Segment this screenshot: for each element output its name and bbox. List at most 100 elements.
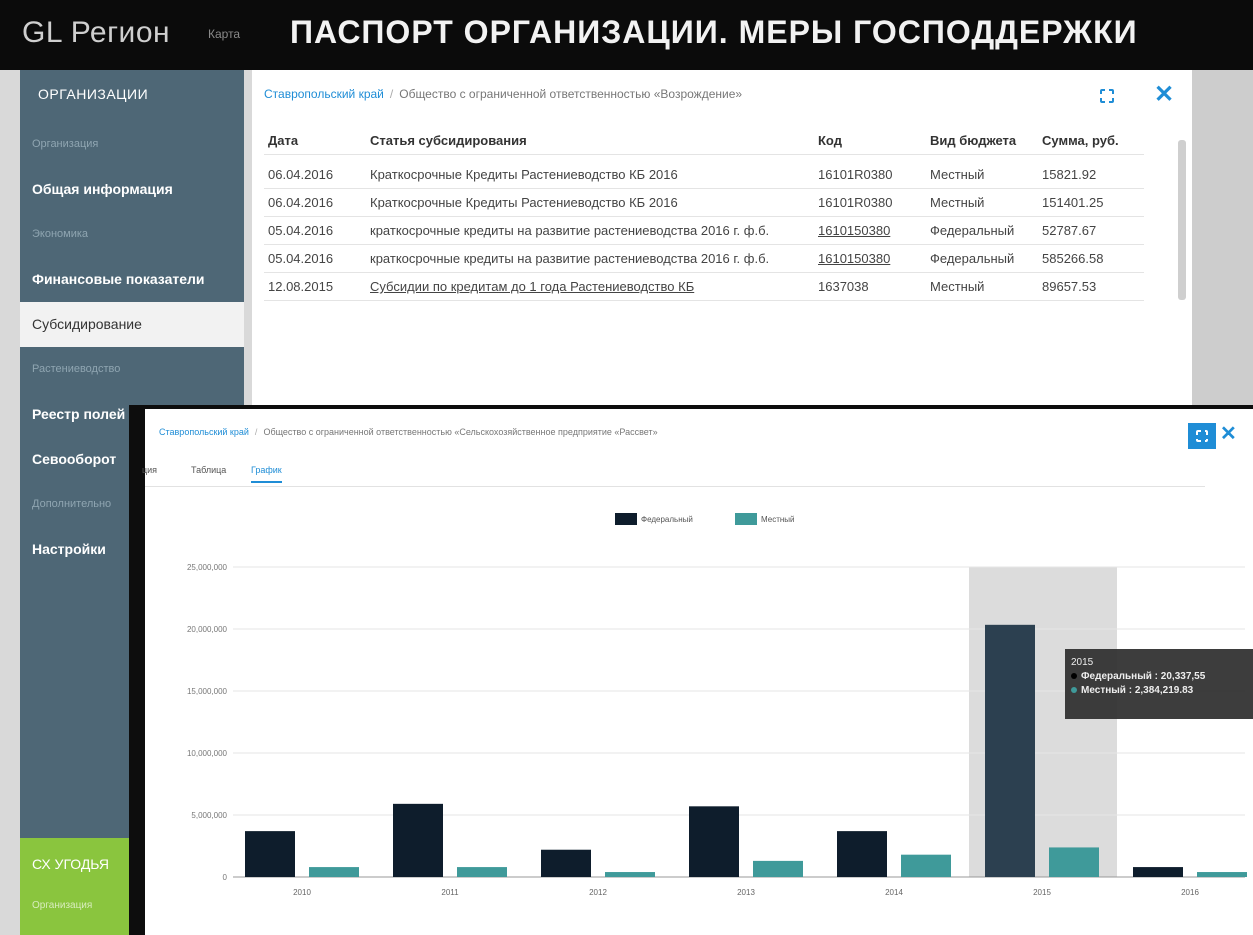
subsidy-table: Дата Статья субсидирования Код Вид бюдже… <box>264 127 1144 301</box>
cell-date: 12.08.2015 <box>268 279 334 294</box>
scrollbar-thumb[interactable] <box>1178 140 1186 300</box>
tab-partial[interactable]: ция <box>142 465 157 475</box>
cell-sum: 15821.92 <box>1042 167 1097 182</box>
cell-sum: 585266.58 <box>1042 251 1104 266</box>
cell-code-link[interactable]: 1610150380 <box>814 245 926 272</box>
chart-tooltip: 2015 Федеральный : 20,337,55 Местный : 2… <box>1065 649 1253 719</box>
table-row[interactable]: 05.04.2016 краткосрочные кредиты на разв… <box>264 245 1144 273</box>
y-tick-label: 20,000,000 <box>187 625 228 634</box>
close-icon[interactable]: ✕ <box>1152 81 1176 108</box>
expand-icon[interactable] <box>1095 84 1119 108</box>
table-header: Дата Статья субсидирования Код Вид бюдже… <box>264 127 1144 155</box>
bar <box>985 624 1035 877</box>
cell-code: 16101R0380 <box>818 167 893 182</box>
chart-breadcrumb-region[interactable]: Ставропольский край <box>159 427 249 437</box>
cell-article: краткосрочные кредиты на развитие растен… <box>370 251 770 266</box>
breadcrumb-region[interactable]: Ставропольский край <box>264 87 384 101</box>
legend-label: Местный <box>761 515 795 524</box>
chart-panel: Ставропольский край / Общество с ограничен… <box>129 405 1253 935</box>
table-scrollbar[interactable] <box>1178 130 1186 410</box>
bar <box>457 867 507 877</box>
breadcrumb: Ставропольский край / Общество с ограничен… <box>264 87 742 101</box>
column-header-sum[interactable]: Сумма, руб. <box>1038 127 1138 154</box>
bar <box>753 860 803 877</box>
x-tick-label: 2016 <box>1181 888 1199 897</box>
tooltip-federal-text: Федеральный : 20,337,55 <box>1081 671 1206 682</box>
sidebar-item-organization[interactable]: Организация <box>20 122 244 167</box>
local-dot-icon <box>1071 687 1077 693</box>
y-tick-label: 25,000,000 <box>187 563 228 572</box>
tab-table[interactable]: Таблица <box>191 465 226 475</box>
bar <box>1197 872 1247 877</box>
table-row[interactable]: 05.04.2016 краткосрочные кредиты на разв… <box>264 217 1144 245</box>
bar <box>1133 867 1183 877</box>
tab-chart[interactable]: График <box>251 465 282 483</box>
bar <box>1049 847 1099 877</box>
column-header-budget[interactable]: Вид бюджета <box>926 127 1038 154</box>
map-link[interactable]: Карта <box>208 27 240 41</box>
tooltip-year: 2015 <box>1071 657 1094 668</box>
cell-budget: Местный <box>930 279 985 294</box>
land-section-subtitle: Организация <box>32 900 93 911</box>
cell-sum: 151401.25 <box>1042 195 1104 210</box>
column-header-code[interactable]: Код <box>814 127 926 154</box>
breadcrumb-organization: Общество с ограниченной ответственностью… <box>399 87 743 101</box>
table-row[interactable]: 12.08.2015 Субсидии по кредитам до 1 год… <box>264 273 1144 301</box>
table-row[interactable]: 06.04.2016 Краткосрочные Кредиты Растени… <box>264 161 1144 189</box>
background-area <box>1192 70 1253 410</box>
tooltip-local: Местный : 2,384,219.83 <box>1071 685 1253 696</box>
page-title: ПАСПОРТ ОРГАНИЗАЦИИ. МЕРЫ ГОСПОДДЕРЖКИ <box>290 14 1138 50</box>
legend-swatch <box>615 513 637 525</box>
tooltip-federal: Федеральный : 20,337,55 <box>1071 671 1253 682</box>
sidebar-item-general-info[interactable]: Общая информация <box>20 167 244 212</box>
subsidy-table-panel: Ставропольский край / Общество с ограничен… <box>252 70 1192 410</box>
cell-date: 06.04.2016 <box>268 167 334 182</box>
cell-budget: Местный <box>930 167 985 182</box>
cell-date: 05.04.2016 <box>268 223 334 238</box>
cell-code: 16101R0380 <box>818 195 893 210</box>
land-section-title: СХ УГОДЬЯ <box>32 856 109 872</box>
y-tick-label: 0 <box>223 873 228 882</box>
x-tick-label: 2013 <box>737 888 755 897</box>
sidebar-item-crops[interactable]: Растениеводство <box>20 347 244 392</box>
column-header-article[interactable]: Статья субсидирования <box>366 127 814 154</box>
chart-expand-button[interactable] <box>1188 423 1216 449</box>
chart-breadcrumb-separator: / <box>254 427 258 437</box>
sidebar-item-financials[interactable]: Финансовые показатели <box>20 257 244 302</box>
bar <box>541 849 591 877</box>
cell-date: 05.04.2016 <box>268 251 334 266</box>
y-tick-label: 5,000,000 <box>191 811 227 820</box>
federal-dot-icon <box>1071 673 1077 679</box>
sidebar-item-subsidies[interactable]: Субсидирование <box>20 302 244 347</box>
cell-article: краткосрочные кредиты на развитие растен… <box>370 223 770 238</box>
sidebar-item-economics[interactable]: Экономика <box>20 212 244 257</box>
cell-article-link[interactable]: Субсидии по кредитам до 1 года Растениев… <box>366 273 814 300</box>
tooltip-local-text: Местный : 2,384,219.83 <box>1081 685 1194 696</box>
x-tick-label: 2015 <box>1033 888 1051 897</box>
bar <box>901 854 951 877</box>
cell-code-link[interactable]: 1610150380 <box>814 217 926 244</box>
y-tick-label: 15,000,000 <box>187 687 228 696</box>
cell-budget: Местный <box>930 195 985 210</box>
chart-close-icon[interactable]: ✕ <box>1220 421 1237 446</box>
bar <box>837 831 887 877</box>
sidebar-header: ОРГАНИЗАЦИИ <box>38 86 149 102</box>
bar <box>393 803 443 877</box>
cell-code: 1637038 <box>818 279 869 294</box>
cell-article: Краткосрочные Кредиты Растениеводство КБ… <box>370 167 678 182</box>
x-tick-label: 2014 <box>885 888 903 897</box>
legend-label: Федеральный <box>641 515 693 524</box>
cell-budget: Федеральный <box>930 223 1015 238</box>
cell-budget: Федеральный <box>930 251 1015 266</box>
breadcrumb-separator: / <box>389 87 394 101</box>
land-section[interactable]: СХ УГОДЬЯ Организация <box>20 838 144 935</box>
table-row[interactable]: 06.04.2016 Краткосрочные Кредиты Растени… <box>264 189 1144 217</box>
column-header-date[interactable]: Дата <box>264 127 366 154</box>
cell-date: 06.04.2016 <box>268 195 334 210</box>
chart-tabs: ция Таблица График <box>142 457 1205 487</box>
x-tick-label: 2011 <box>441 888 459 897</box>
x-tick-label: 2012 <box>589 888 607 897</box>
chart-breadcrumb: Ставропольский край / Общество с ограничен… <box>159 427 658 437</box>
bar <box>245 831 295 877</box>
app-brand[interactable]: GL Регион <box>22 16 170 50</box>
